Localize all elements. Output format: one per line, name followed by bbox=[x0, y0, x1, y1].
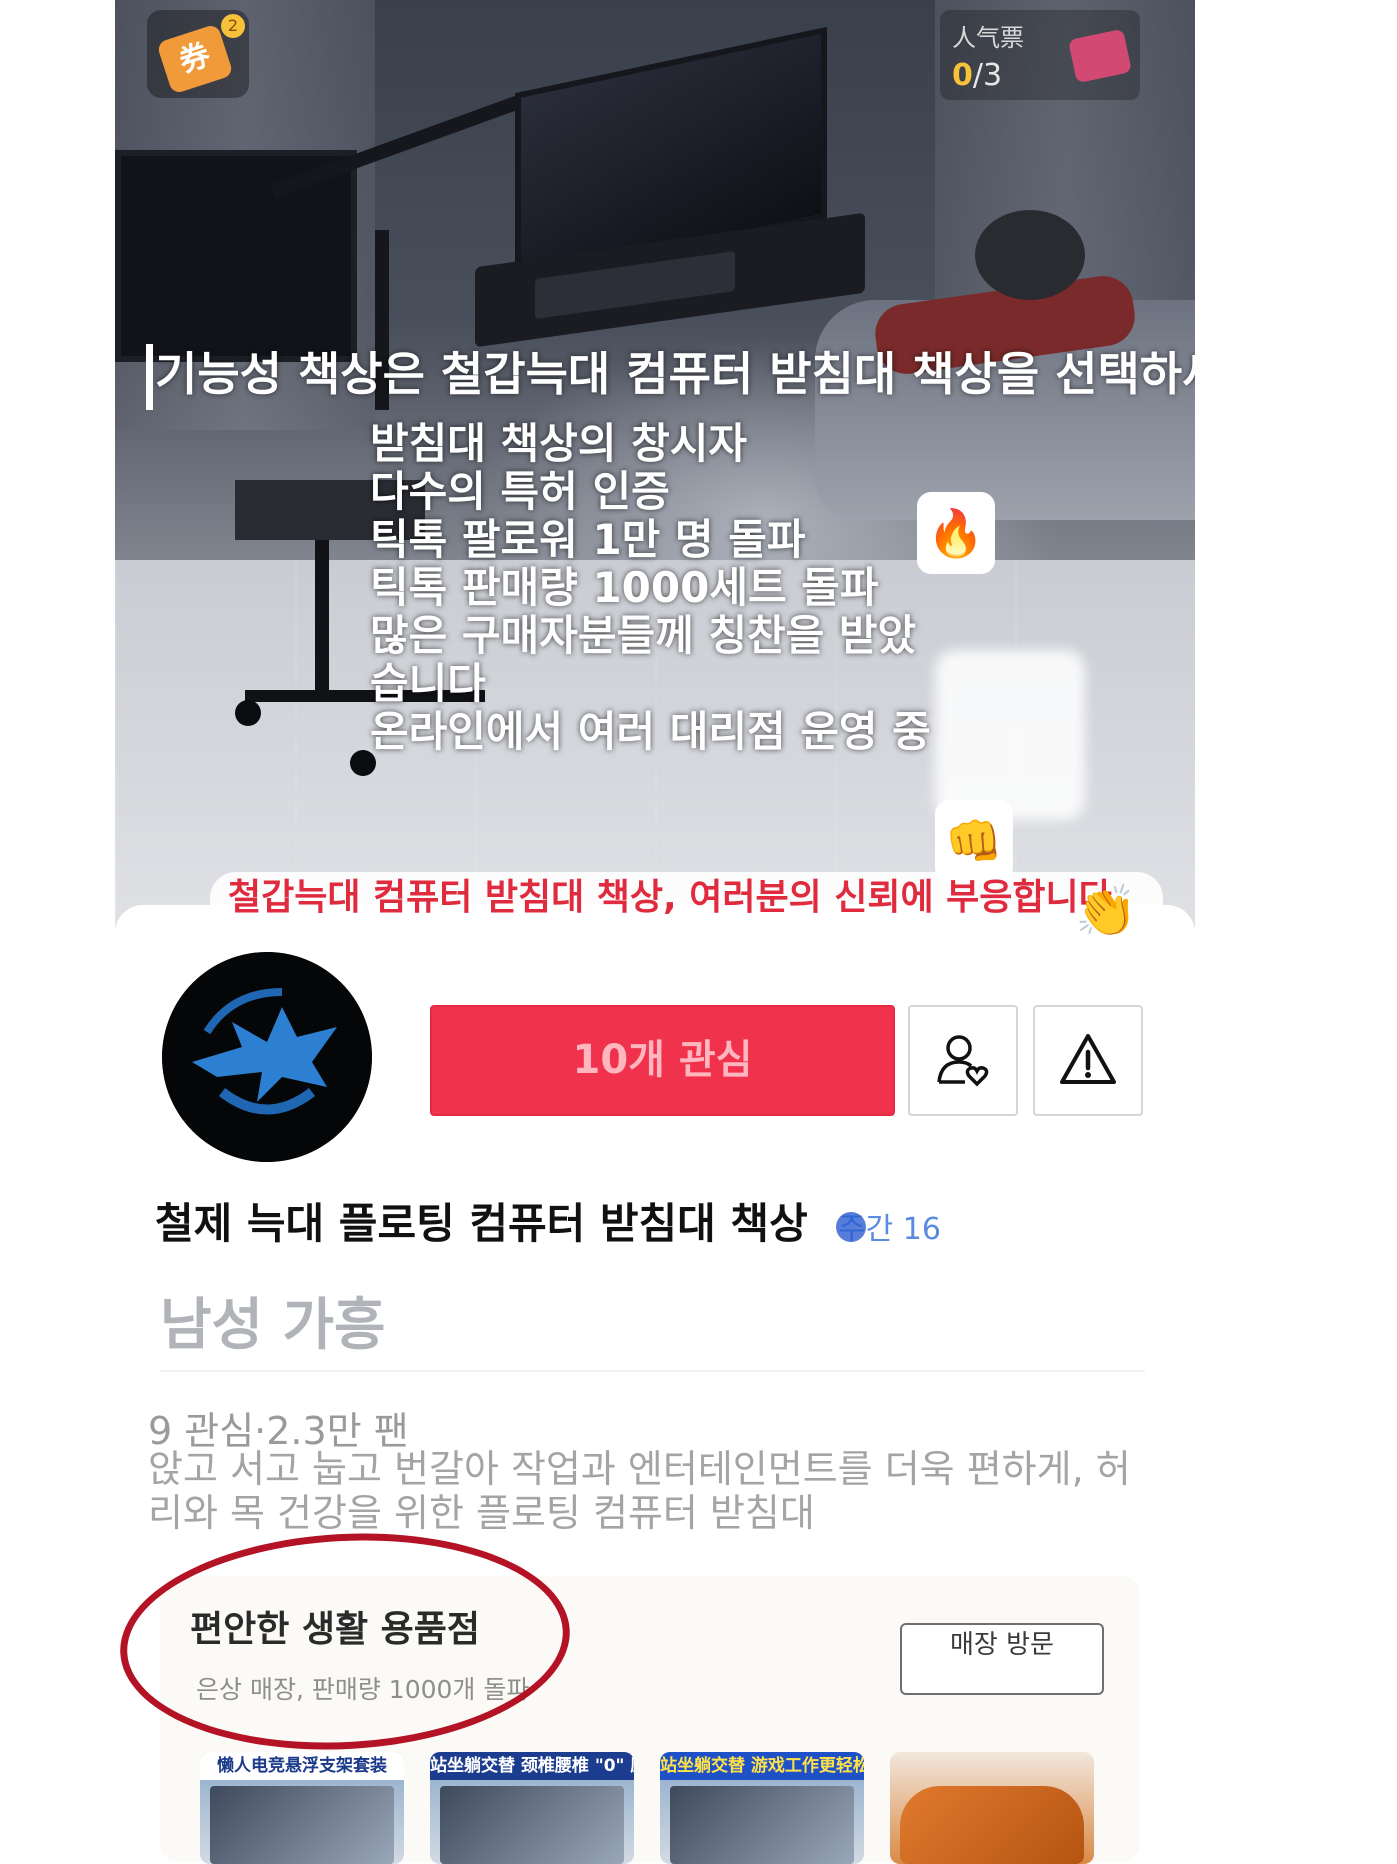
thumbnail-caption bbox=[890, 1752, 1094, 1780]
account-location-name: 남성 가흥 bbox=[160, 1293, 386, 1358]
video-headline: 기능성 책상은 철갑늑대 컴퓨터 받침대 책상을 선택하세요 bbox=[155, 347, 1195, 401]
person bbox=[975, 210, 1085, 300]
feature-line: 습니다 bbox=[370, 659, 486, 708]
product-thumbnail[interactable]: 站坐躺交替 颈椎腰椎 "0" 压力 bbox=[430, 1752, 634, 1864]
feature-line: 틱톡 판매량 1000세트 돌파 bbox=[370, 563, 879, 612]
warning-icon bbox=[1060, 1034, 1116, 1084]
headline-marker bbox=[146, 344, 153, 410]
vote-ticket-icon bbox=[1068, 28, 1132, 84]
friend-button[interactable] bbox=[908, 1005, 1018, 1116]
store-title: 철제 늑대 플로팅 컴퓨터 받침대 책상 bbox=[155, 1199, 808, 1248]
thumbnail-caption: 懒人电竞悬浮支架套装 bbox=[200, 1752, 404, 1780]
rank-dot-icon bbox=[836, 1212, 866, 1242]
vote-label: 人气票 bbox=[952, 24, 1024, 52]
product-thumbnail[interactable]: 站坐躺交替 游戏工作更轻松 bbox=[660, 1752, 864, 1864]
thumbnail-image bbox=[900, 1786, 1084, 1864]
video-frame[interactable]: 券 2 人气票 0/3 기능성 책상은 철갑늑대 컴퓨터 받침대 책상을 선택하… bbox=[115, 0, 1195, 930]
popularity-vote-widget[interactable]: 人气票 0/3 bbox=[940, 10, 1140, 100]
user-heart-icon bbox=[937, 1035, 989, 1087]
thumbnail-image bbox=[670, 1786, 854, 1864]
fire-emoji: 🔥 bbox=[917, 492, 995, 574]
report-button[interactable] bbox=[1033, 1005, 1143, 1116]
product-thumbnail[interactable]: 懒人电竞悬浮支架套装 bbox=[200, 1752, 404, 1864]
feature-line: 많은 구매자분들께 칭찬을 받았 bbox=[370, 611, 917, 660]
feature-line: 틱톡 팔로워 1만 명 돌파 bbox=[370, 515, 806, 564]
thumbnail-caption: 站坐躺交替 游戏工作更轻松 bbox=[660, 1752, 864, 1780]
coupon-count-badge: 2 bbox=[221, 14, 245, 38]
visit-store-button[interactable]: 매장 방문 bbox=[900, 1623, 1104, 1695]
video-banner: 철갑늑대 컴퓨터 받침대 책상, 여러분의 신뢰에 부응합니다 bbox=[210, 872, 1163, 924]
clap-emoji: 👏 bbox=[1075, 882, 1138, 940]
vote-count: 0/3 bbox=[952, 58, 1003, 93]
feature-line: 온라인에서 여러 대리점 운영 중 bbox=[370, 707, 931, 756]
wolf-logo-icon bbox=[162, 952, 372, 1162]
feature-line: 다수의 특허 인증 bbox=[370, 467, 670, 516]
divider bbox=[160, 1370, 1145, 1372]
profile-bio: 앉고 서고 눕고 번갈아 작업과 엔터테인먼트를 더욱 편하게, 허리와 목 건… bbox=[148, 1447, 1131, 1535]
coupon-icon: 券 bbox=[156, 23, 234, 95]
product-thumbnail[interactable] bbox=[890, 1752, 1094, 1864]
weekly-rank-badge[interactable]: 주간 16 bbox=[836, 1204, 941, 1248]
follow-button[interactable]: 10개 관심 bbox=[430, 1005, 895, 1116]
feature-line: 받침대 책상의 창시자 bbox=[370, 419, 748, 468]
thumbnail-image bbox=[440, 1786, 624, 1864]
thumbnail-caption: 站坐躺交替 颈椎腰椎 "0" 压力 bbox=[430, 1752, 634, 1780]
sticker-blur bbox=[935, 650, 1085, 820]
coupon-widget[interactable]: 券 2 bbox=[147, 10, 249, 98]
thumbnail-image bbox=[210, 1786, 394, 1864]
avatar[interactable] bbox=[162, 952, 372, 1162]
monitor-left bbox=[115, 150, 357, 362]
fist-emoji: 👊 bbox=[935, 800, 1013, 882]
